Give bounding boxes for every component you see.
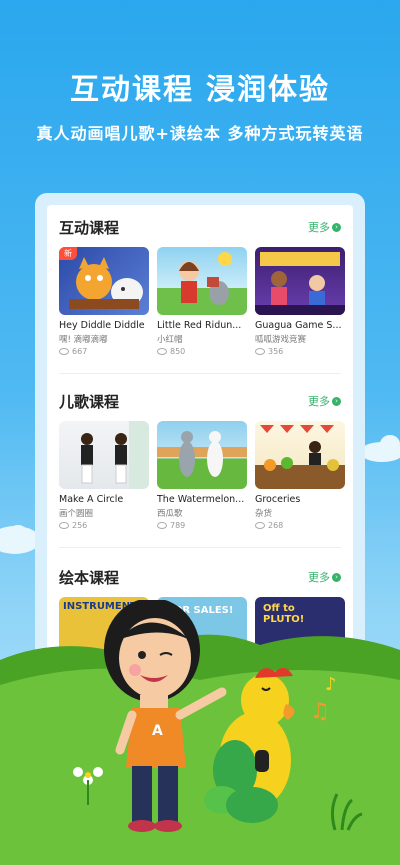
red-riding-hood-illustration <box>179 252 232 305</box>
view-count: 789 <box>157 521 247 530</box>
groceries-illustration <box>255 425 345 489</box>
course-thumbnail <box>255 247 345 315</box>
cloud-icon <box>0 525 34 552</box>
chevron-right-icon: › <box>332 222 341 232</box>
eye-icon <box>59 348 69 355</box>
course-card[interactable]: 新 Hey Diddle Diddle 嘿! 滴嘟滴嘟 667 <box>59 247 149 356</box>
divider <box>59 373 341 374</box>
chevron-right-icon: › <box>332 572 341 582</box>
course-card[interactable]: Groceries 杂货 268 <box>255 421 345 530</box>
view-count: 850 <box>157 347 247 356</box>
course-thumbnail <box>59 421 149 489</box>
course-subtitle: 画个圆圈 <box>59 509 94 519</box>
music-note-icon: ♫ <box>310 699 330 724</box>
course-title: Make A Circle <box>59 494 124 505</box>
more-link[interactable]: 更多 › <box>308 393 341 409</box>
course-title: Guagua Game S... <box>255 320 342 331</box>
hero-subtitle: 真人动画唱儿歌+读绘本 多种方式玩转英语 <box>36 124 364 143</box>
view-count: 256 <box>59 521 149 530</box>
section-title: 儿歌课程 <box>59 392 120 411</box>
more-link[interactable]: 更多 › <box>308 219 341 235</box>
course-subtitle: 杂货 <box>255 509 273 519</box>
course-subtitle: 西瓜歌 <box>157 509 183 519</box>
svg-text:A: A <box>152 723 163 739</box>
view-count: 667 <box>59 347 149 356</box>
eye-icon <box>255 522 265 529</box>
course-card[interactable]: Make A Circle 画个圆圈 256 <box>59 421 149 530</box>
game-show-illustration <box>255 252 345 315</box>
course-card[interactable]: The Watermelon... 西瓜歌 789 <box>157 421 247 530</box>
course-thumbnail: 新 <box>59 247 149 315</box>
more-link[interactable]: 更多 › <box>308 569 341 585</box>
dancers-illustration <box>81 421 149 489</box>
chevron-right-icon: › <box>332 396 341 406</box>
section-title: 绘本课程 <box>59 568 120 587</box>
course-thumbnail <box>157 247 247 315</box>
section-title: 互动课程 <box>59 218 120 237</box>
course-subtitle: 呱呱游戏竞赛 <box>255 335 307 345</box>
section-songs: 儿歌课程 更多 › Make A Circle 画个圆圈 256 The Wat… <box>59 389 345 530</box>
section-interactive: 互动课程 更多 › 新 Hey Diddle Diddle 嘿! 滴嘟滴嘟 66… <box>59 215 345 356</box>
course-title: Little Red Ridun... <box>157 320 242 331</box>
view-count: 268 <box>255 521 345 530</box>
eye-icon <box>255 348 265 355</box>
course-thumbnail <box>255 421 345 489</box>
course-subtitle: 嘿! 滴嘟滴嘟 <box>59 335 108 345</box>
course-title: Groceries <box>255 494 301 505</box>
eye-icon <box>157 522 167 529</box>
course-title: The Watermelon... <box>157 494 245 505</box>
course-card[interactable]: Little Red Ridun... 小红帽 850 <box>157 247 247 356</box>
divider <box>59 547 341 548</box>
course-subtitle: 小红帽 <box>157 335 183 345</box>
cloud-icon <box>360 435 400 462</box>
hero-title: 互动课程 浸润体验 <box>69 72 331 106</box>
foreground-scene: A ♫ ♪ <box>0 600 400 865</box>
new-badge: 新 <box>59 247 77 260</box>
course-card[interactable]: Guagua Game S... 呱呱游戏竞赛 356 <box>255 247 345 356</box>
eye-icon <box>157 348 167 355</box>
view-count: 356 <box>255 347 345 356</box>
eye-icon <box>59 522 69 529</box>
watermelon-costumes-illustration <box>157 431 247 477</box>
course-title: Hey Diddle Diddle <box>59 320 145 331</box>
music-note-icon: ♪ <box>325 674 337 695</box>
course-thumbnail <box>157 421 247 489</box>
